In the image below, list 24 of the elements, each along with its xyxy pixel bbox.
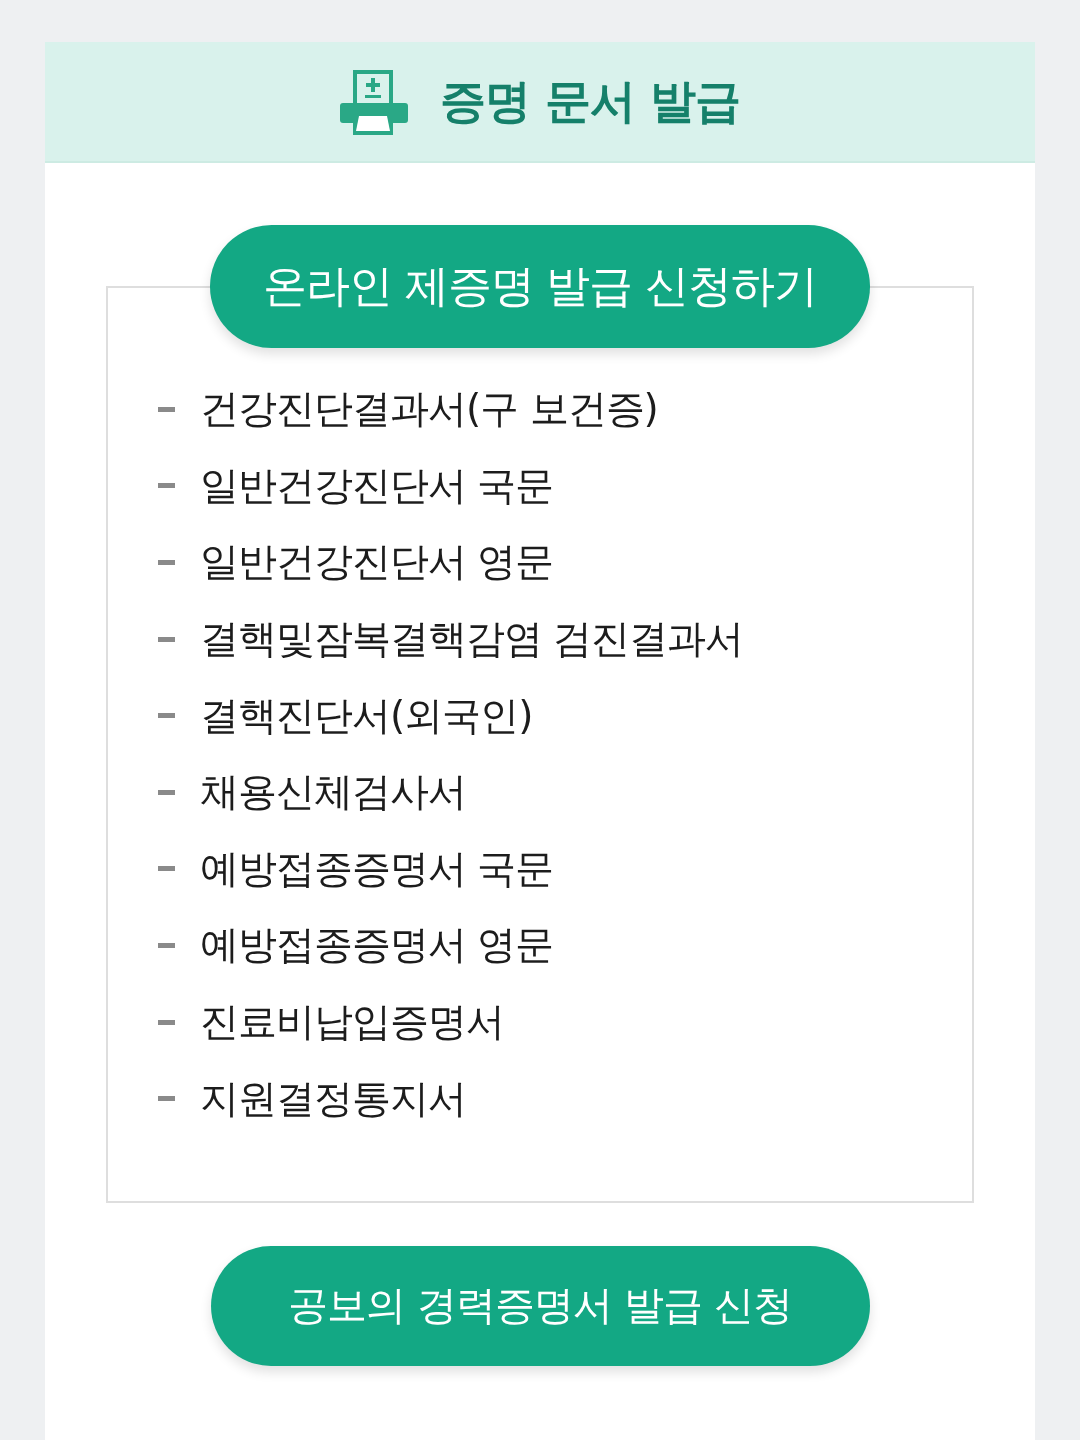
- certificate-item: 결핵및잠복결핵감염 검진결과서: [200, 615, 744, 664]
- certificate-item: 채용신체검사서: [200, 768, 466, 817]
- certificate-item: 지원결정통지서: [200, 1074, 466, 1123]
- certificate-item: 결핵진단서(외국인): [200, 691, 533, 740]
- dash-icon: [158, 1019, 175, 1025]
- certificate-item: 일반건강진단서 국문: [200, 461, 554, 510]
- dash-icon: [158, 483, 175, 489]
- dash-icon: [158, 789, 175, 795]
- dash-icon: [158, 713, 175, 719]
- header-title: 증명 문서 발급: [440, 72, 740, 130]
- career-certificate-request-button[interactable]: 공보의 경력증명서 발급 신청: [210, 1245, 870, 1366]
- certificate-item: 예방접종증명서 영문: [200, 921, 554, 970]
- online-certificate-request-button[interactable]: 온라인 제증명 발급 신청하기: [210, 225, 870, 348]
- certificate-item: 일반건강진단서 영문: [200, 538, 554, 587]
- certificate-item: 건강진단결과서(구 보건증): [200, 385, 658, 434]
- dash-icon: [158, 942, 175, 948]
- dash-icon: [158, 636, 175, 642]
- dash-icon: [158, 406, 175, 412]
- dash-icon: [158, 560, 175, 565]
- certificate-item: 예방접종증명서 국문: [200, 844, 554, 893]
- dash-icon: [158, 866, 175, 872]
- dash-icon: [158, 1096, 175, 1102]
- certificate-item: 진료비납입증명서: [200, 998, 504, 1047]
- printer-icon: [340, 68, 408, 135]
